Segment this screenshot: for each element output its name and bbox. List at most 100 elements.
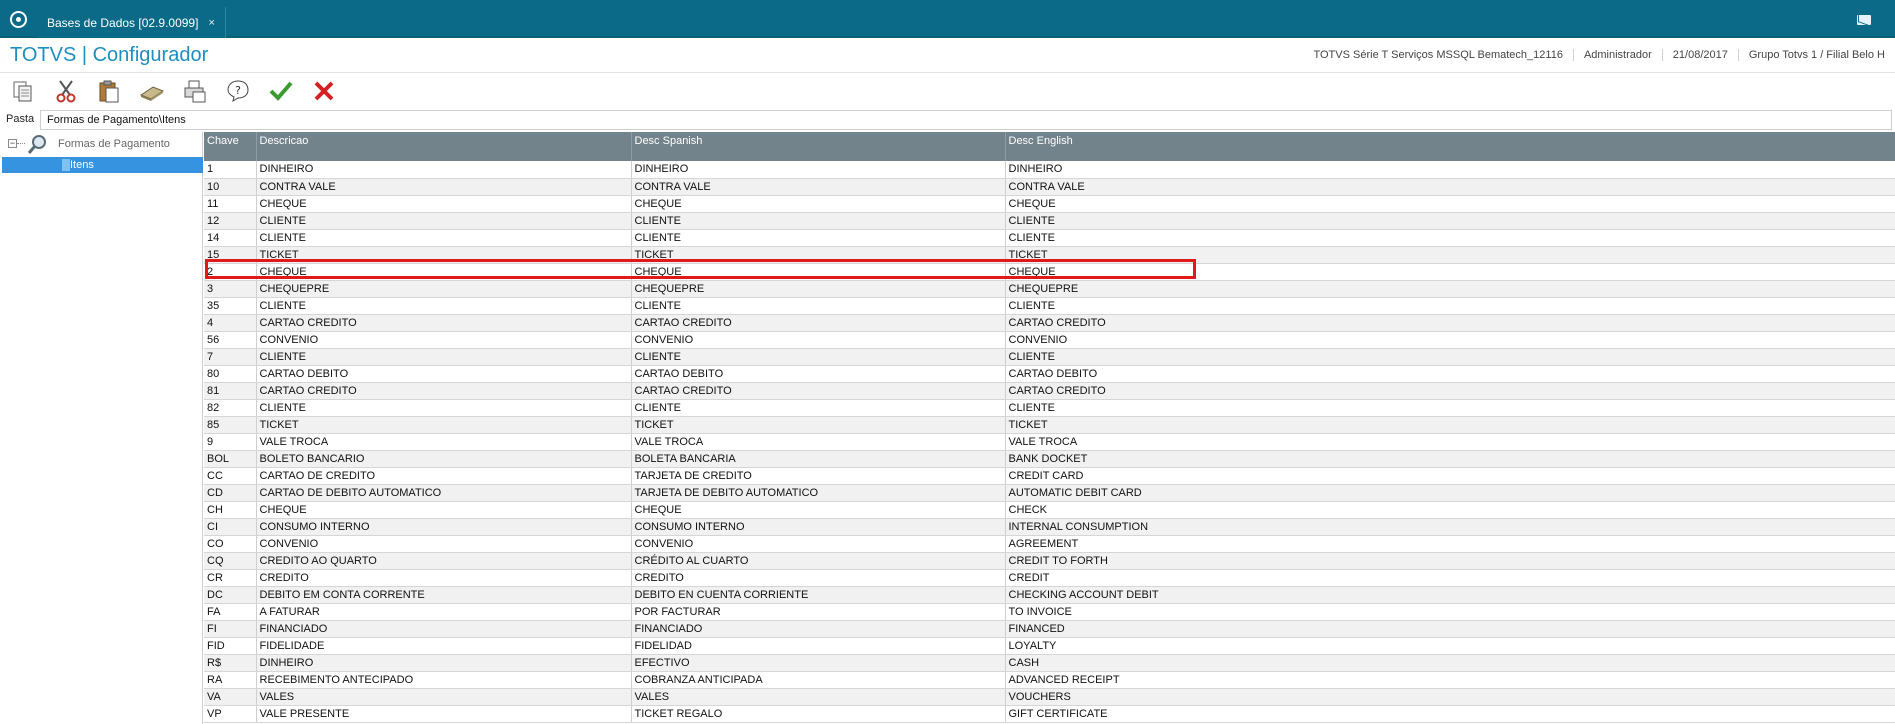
table-cell[interactable]: CREDIT bbox=[1005, 569, 1895, 587]
table-cell[interactable]: 1 bbox=[204, 161, 257, 179]
table-cell[interactable]: CHEQUEPRE bbox=[631, 280, 1006, 298]
table-row[interactable]: 56 CONVENIO CONVENIO CONVENIO bbox=[204, 331, 1895, 349]
table-cell[interactable]: CHEQUE bbox=[256, 195, 632, 213]
table-row[interactable]: 7 CLIENTE CLIENTE CLIENTE bbox=[204, 348, 1895, 366]
table-row[interactable]: CI CONSUMO INTERNO CONSUMO INTERNO INTERNAL… bbox=[204, 518, 1895, 536]
confirm-button[interactable] bbox=[266, 76, 296, 106]
table-cell[interactable]: LOYALTY bbox=[1005, 637, 1895, 655]
paste-button[interactable] bbox=[94, 76, 124, 106]
table-cell[interactable]: DC bbox=[204, 586, 257, 604]
table-cell[interactable]: 14 bbox=[204, 229, 257, 247]
table-cell[interactable]: CREDIT CARD bbox=[1005, 467, 1895, 485]
table-cell[interactable]: 56 bbox=[204, 331, 257, 349]
table-cell[interactable]: TICKET bbox=[631, 246, 1006, 264]
table-cell[interactable]: CONVENIO bbox=[256, 331, 632, 349]
table-cell[interactable]: VALE TROCA bbox=[631, 433, 1006, 451]
table-cell[interactable]: CARTAO CREDITO bbox=[1005, 382, 1895, 400]
table-row[interactable]: 9 VALE TROCA VALE TROCA VALE TROCA bbox=[204, 433, 1895, 451]
table-cell[interactable]: EFECTIVO bbox=[631, 654, 1006, 672]
table-cell[interactable]: VOUCHERS bbox=[1005, 688, 1895, 706]
table-cell[interactable]: CARTAO CREDITO bbox=[631, 382, 1006, 400]
table-cell[interactable]: 9 bbox=[204, 433, 257, 451]
table-cell[interactable]: CI bbox=[204, 518, 257, 536]
print-button[interactable] bbox=[180, 76, 210, 106]
table-row[interactable]: FA A FATURAR POR FACTURAR TO INVOICE bbox=[204, 603, 1895, 621]
table-cell[interactable]: DINHEIRO bbox=[256, 654, 632, 672]
table-cell[interactable]: 2 bbox=[204, 263, 257, 281]
table-cell[interactable]: CLIENTE bbox=[631, 212, 1006, 230]
table-cell[interactable]: CARTAO CREDITO bbox=[1005, 314, 1895, 332]
table-cell[interactable]: CHECK bbox=[1005, 501, 1895, 519]
mail-icon[interactable] bbox=[1857, 15, 1871, 25]
table-row[interactable]: CO CONVENIO CONVENIO AGREEMENT bbox=[204, 535, 1895, 553]
help-button[interactable]: ? bbox=[223, 76, 253, 106]
table-cell[interactable]: DINHEIRO bbox=[631, 161, 1006, 179]
table-cell[interactable]: RECEBIMENTO ANTECIPADO bbox=[256, 671, 632, 689]
table-cell[interactable]: VALES bbox=[256, 688, 632, 706]
table-cell[interactable]: 10 bbox=[204, 178, 257, 196]
table-row[interactable]: VA VALES VALES VOUCHERS bbox=[204, 688, 1895, 706]
table-row[interactable]: CC CARTAO DE CREDITO TARJETA DE CREDITO CRE… bbox=[204, 467, 1895, 485]
branch-label[interactable]: Grupo Totvs 1 / Filial Belo H bbox=[1737, 49, 1895, 61]
table-cell[interactable]: CARTAO DEBITO bbox=[1005, 365, 1895, 383]
table-row[interactable]: 85 TICKET TICKET TICKET bbox=[204, 416, 1895, 434]
table-cell[interactable]: CONTRA VALE bbox=[1005, 178, 1895, 196]
cancel-button[interactable] bbox=[309, 76, 339, 106]
table-cell[interactable]: RA bbox=[204, 671, 257, 689]
table-cell[interactable]: CREDIT TO FORTH bbox=[1005, 552, 1895, 570]
table-cell[interactable]: CRÉDITO AL CUARTO bbox=[631, 552, 1006, 570]
column-header-desc-spanish[interactable]: Desc Spanish bbox=[631, 132, 1006, 161]
table-cell[interactable]: CLIENTE bbox=[631, 297, 1006, 315]
column-header-descricao[interactable]: Descricao bbox=[256, 132, 632, 161]
table-cell[interactable]: 11 bbox=[204, 195, 257, 213]
table-cell[interactable]: POR FACTURAR bbox=[631, 603, 1006, 621]
copy-button[interactable] bbox=[8, 76, 38, 106]
table-row[interactable]: BOL BOLETO BANCARIO BOLETA BANCARIA BANK DO… bbox=[204, 450, 1895, 468]
table-row[interactable]: CH CHEQUE CHEQUE CHECK bbox=[204, 501, 1895, 519]
table-cell[interactable]: DEBITO EM CONTA CORRENTE bbox=[256, 586, 632, 604]
table-cell[interactable]: CHEQUE bbox=[631, 195, 1006, 213]
table-cell[interactable]: 35 bbox=[204, 297, 257, 315]
table-cell[interactable]: TICKET bbox=[256, 416, 632, 434]
table-cell[interactable]: A FATURAR bbox=[256, 603, 632, 621]
table-cell[interactable]: CO bbox=[204, 535, 257, 553]
table-cell[interactable]: FIDELIDAD bbox=[631, 637, 1006, 655]
table-cell[interactable]: CHEQUE bbox=[631, 501, 1006, 519]
table-cell[interactable]: 4 bbox=[204, 314, 257, 332]
table-cell[interactable]: CONSUMO INTERNO bbox=[631, 518, 1006, 536]
table-cell[interactable]: CONTRA VALE bbox=[256, 178, 632, 196]
table-cell[interactable]: 80 bbox=[204, 365, 257, 383]
table-row[interactable]: FID FIDELIDADE FIDELIDAD LOYALTY bbox=[204, 637, 1895, 655]
table-cell[interactable]: DEBITO EN CUENTA CORRIENTE bbox=[631, 586, 1006, 604]
table-cell[interactable]: AGREEMENT bbox=[1005, 535, 1895, 553]
table-row[interactable]: CD CARTAO DE DEBITO AUTOMATICO TARJETA DE … bbox=[204, 484, 1895, 502]
table-cell[interactable]: CARTAO DEBITO bbox=[631, 365, 1006, 383]
table-cell[interactable]: VA bbox=[204, 688, 257, 706]
tab-bases-de-dados[interactable]: Bases de Dados [02.9.0099] × bbox=[37, 7, 226, 38]
table-row[interactable]: 1 DINHEIRO DINHEIRO DINHEIRO bbox=[204, 161, 1895, 179]
table-cell[interactable]: CHEQUE bbox=[256, 263, 632, 281]
table-cell[interactable]: CARTAO DE DEBITO AUTOMATICO bbox=[256, 484, 632, 502]
table-cell[interactable]: CHEQUE bbox=[256, 501, 632, 519]
table-cell[interactable]: CARTAO CREDITO bbox=[256, 382, 632, 400]
table-row[interactable]: CQ CREDITO AO QUARTO CRÉDITO AL CUARTO CRED… bbox=[204, 552, 1895, 570]
table-cell[interactable]: CONVENIO bbox=[631, 331, 1006, 349]
table-cell[interactable]: 85 bbox=[204, 416, 257, 434]
table-cell[interactable]: VP bbox=[204, 705, 257, 723]
table-cell[interactable]: CLIENTE bbox=[1005, 399, 1895, 417]
table-row[interactable]: 10 CONTRA VALE CONTRA VALE CONTRA VALE bbox=[204, 178, 1895, 196]
table-cell[interactable]: TARJETA DE CREDITO bbox=[631, 467, 1006, 485]
table-cell[interactable]: 81 bbox=[204, 382, 257, 400]
table-cell[interactable]: 15 bbox=[204, 246, 257, 264]
table-cell[interactable]: 12 bbox=[204, 212, 257, 230]
table-cell[interactable]: TO INVOICE bbox=[1005, 603, 1895, 621]
table-row[interactable]: 2 CHEQUE CHEQUE CHEQUE bbox=[204, 263, 1895, 281]
table-cell[interactable]: VALES bbox=[631, 688, 1006, 706]
table-cell[interactable]: BOL bbox=[204, 450, 257, 468]
table-cell[interactable]: COBRANZA ANTICIPADA bbox=[631, 671, 1006, 689]
table-cell[interactable]: TICKET REGALO bbox=[631, 705, 1006, 723]
table-cell[interactable]: CLIENTE bbox=[1005, 212, 1895, 230]
table-cell[interactable]: FIDELIDADE bbox=[256, 637, 632, 655]
table-cell[interactable]: VALE PRESENTE bbox=[256, 705, 632, 723]
table-cell[interactable]: TICKET bbox=[1005, 416, 1895, 434]
